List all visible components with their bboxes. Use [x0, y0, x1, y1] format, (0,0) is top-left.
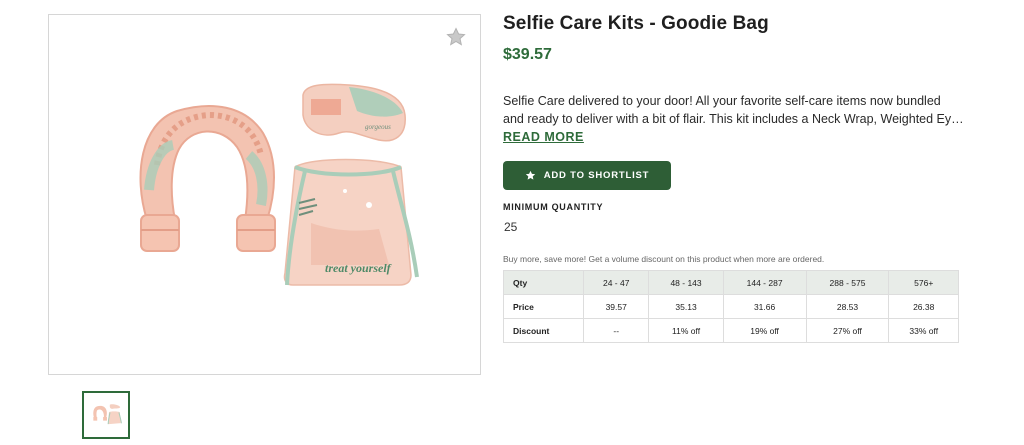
product-title: Selfie Care Kits - Goodie Bag: [503, 13, 769, 34]
product-price: $39.57: [503, 46, 552, 63]
shortlist-label: ADD TO SHORTLIST: [543, 170, 650, 181]
minimum-quantity-value: 25: [504, 220, 518, 234]
add-to-shortlist-button[interactable]: ADD TO SHORTLIST: [503, 161, 671, 190]
table-cell: 19% off: [722, 318, 807, 343]
bag-print: treat yourself: [325, 261, 392, 275]
read-more-link[interactable]: READ MORE: [503, 128, 584, 146]
table-cell: 31.66: [722, 294, 807, 319]
table-cell: 11% off: [648, 318, 724, 343]
table-header-cell: Qty: [503, 270, 584, 295]
table-header-cell: 24 - 47: [582, 270, 650, 295]
star-icon: [525, 170, 535, 180]
table-row: Price 39.57 35.13 31.66 28.53 26.38: [503, 294, 959, 319]
table-cell: Price: [503, 294, 584, 319]
table-cell: 35.13: [648, 294, 724, 319]
product-image-frame: gorgeous treat yourself: [48, 14, 481, 375]
volume-discount-note: Buy more, save more! Get a volume discou…: [503, 254, 825, 264]
table-header-cell: 144 - 287: [722, 270, 807, 295]
table-cell: 26.38: [888, 294, 959, 319]
neck-wrap-illustration: [139, 105, 276, 252]
product-thumbnail[interactable]: [82, 391, 130, 439]
table-row: Discount -- 11% off 19% off 27% off 33% …: [503, 318, 959, 343]
table-header-row: Qty 24 - 47 48 - 143 144 - 287 288 - 575…: [503, 270, 959, 295]
table-cell: --: [582, 318, 650, 343]
star-icon[interactable]: [446, 27, 466, 47]
thumbnail-image: [93, 404, 122, 425]
description-text: Selfie Care delivered to your door! All …: [503, 94, 959, 126]
product-description: Selfie Care delivered to your door! All …: [503, 92, 965, 146]
product-image: gorgeous treat yourself: [139, 83, 419, 286]
table-cell: 39.57: [582, 294, 650, 319]
table-cell: 33% off: [888, 318, 959, 343]
goodie-bag-illustration: treat yourself: [283, 158, 419, 286]
table-header-cell: 576+: [888, 270, 959, 295]
eye-mask-illustration: gorgeous: [302, 83, 406, 142]
table-cell: Discount: [503, 318, 584, 343]
table-cell: 28.53: [805, 294, 890, 319]
minimum-quantity-label: MINIMUM QUANTITY: [503, 202, 604, 212]
pricing-table: Qty 24 - 47 48 - 143 144 - 287 288 - 575…: [503, 270, 959, 343]
table-header-cell: 288 - 575: [805, 270, 890, 295]
table-header-cell: 48 - 143: [648, 270, 724, 295]
table-cell: 27% off: [805, 318, 890, 343]
mask-print: gorgeous: [365, 123, 391, 131]
